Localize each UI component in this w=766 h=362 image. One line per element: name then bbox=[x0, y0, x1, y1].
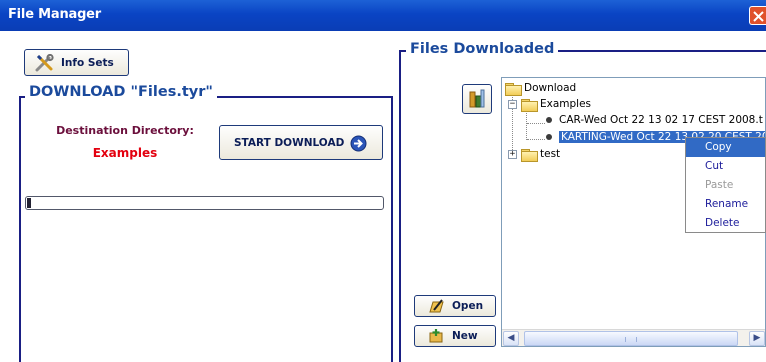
scroll-left-icon[interactable]: ◀ bbox=[503, 331, 519, 346]
new-icon bbox=[429, 329, 443, 343]
tree-horizontal-scrollbar[interactable]: ◀ ▶ bbox=[502, 329, 765, 346]
destination-directory-label: Destination Directory: bbox=[56, 124, 194, 137]
open-button[interactable]: Open bbox=[414, 295, 496, 317]
tree-item-test[interactable]: test bbox=[521, 147, 561, 162]
menu-item-delete[interactable]: Delete bbox=[686, 214, 765, 233]
scroll-grip bbox=[625, 337, 637, 342]
new-button[interactable]: New bbox=[414, 325, 496, 347]
info-sets-button[interactable]: Info Sets bbox=[24, 49, 129, 76]
download-panel-title: DOWNLOAD "Files.tyr" bbox=[25, 84, 217, 100]
tree-folder-icon bbox=[469, 89, 485, 108]
tree-action-button[interactable] bbox=[462, 84, 492, 114]
scroll-thumb[interactable] bbox=[524, 331, 738, 346]
tree-item-examples[interactable]: Examples bbox=[521, 97, 592, 112]
download-progress-fill bbox=[27, 198, 31, 208]
window-title: File Manager bbox=[8, 7, 102, 22]
open-icon bbox=[429, 299, 444, 313]
scroll-right-icon[interactable]: ▶ bbox=[749, 331, 765, 346]
tree-item-label: test bbox=[540, 148, 561, 160]
file-bullet-icon bbox=[546, 117, 552, 123]
menu-item-cut[interactable]: Cut bbox=[686, 157, 765, 176]
tree-item-label: Examples bbox=[540, 98, 592, 110]
tree-item-label: Download bbox=[524, 82, 577, 94]
tree-expand-icon[interactable]: + bbox=[508, 150, 517, 159]
tree-connector bbox=[527, 139, 545, 140]
context-menu: Copy Cut Paste Rename Delete bbox=[685, 137, 766, 233]
wrench-screwdriver-icon bbox=[35, 53, 54, 71]
tree-collapse-icon[interactable]: − bbox=[508, 100, 517, 109]
tree-connector bbox=[526, 110, 527, 140]
arrow-right-circle-icon bbox=[350, 135, 367, 152]
start-download-button[interactable]: START DOWNLOAD bbox=[219, 125, 383, 160]
download-progress-bar bbox=[25, 196, 384, 210]
tree-item-file[interactable]: CAR-Wed Oct 22 13 02 17 CEST 2008.t bbox=[546, 113, 763, 127]
start-download-label: START DOWNLOAD bbox=[234, 136, 345, 149]
menu-item-copy[interactable]: Copy bbox=[686, 138, 765, 157]
folder-icon bbox=[521, 98, 538, 112]
new-label: New bbox=[452, 330, 478, 342]
destination-directory-value: Examples bbox=[92, 146, 158, 160]
tree-connector bbox=[527, 123, 545, 124]
open-label: Open bbox=[452, 300, 484, 312]
title-bar: File Manager bbox=[0, 0, 766, 31]
info-sets-label: Info Sets bbox=[61, 56, 114, 69]
folder-icon bbox=[505, 82, 522, 96]
menu-item-rename[interactable]: Rename bbox=[686, 195, 765, 214]
tree-item-label: CAR-Wed Oct 22 13 02 17 CEST 2008.t bbox=[559, 114, 763, 126]
menu-item-paste[interactable]: Paste bbox=[686, 176, 765, 195]
file-bullet-icon bbox=[546, 134, 552, 140]
close-icon bbox=[753, 11, 764, 22]
files-downloaded-title: Files Downloaded bbox=[406, 41, 559, 57]
tree-item-download[interactable]: Download bbox=[505, 81, 577, 96]
folder-icon bbox=[521, 148, 538, 162]
close-button[interactable] bbox=[749, 6, 766, 25]
